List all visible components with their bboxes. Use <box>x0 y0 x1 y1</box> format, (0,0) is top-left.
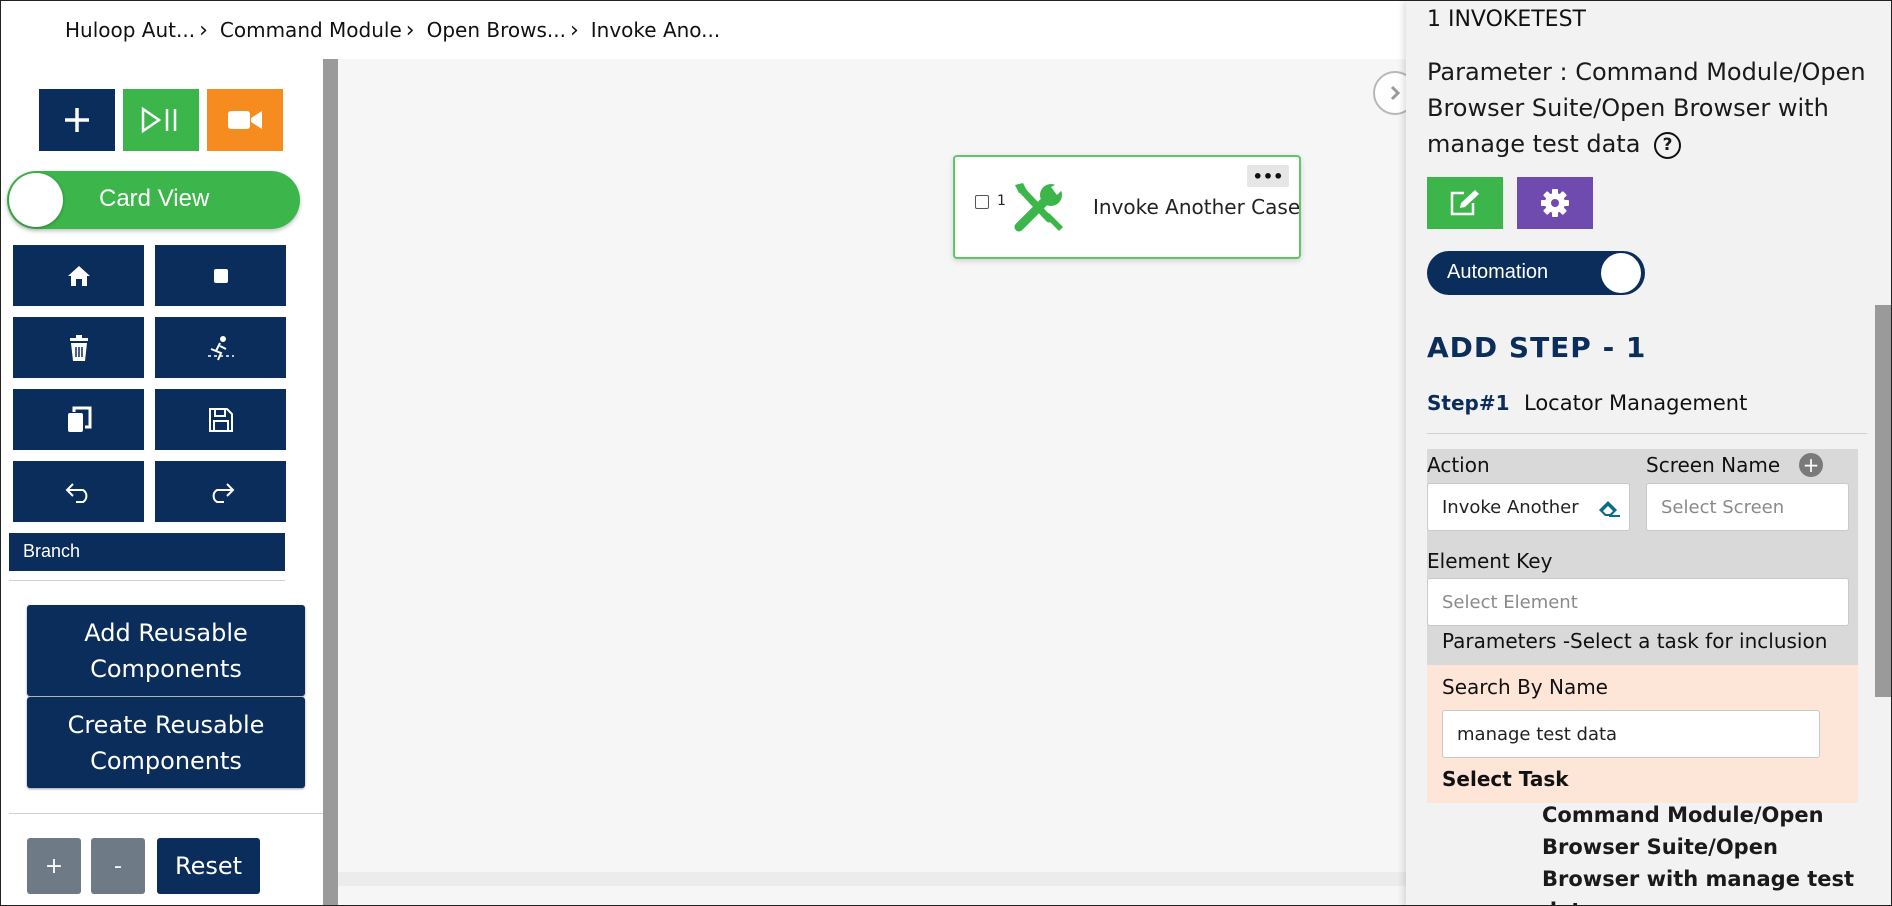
select-task-label: Select Task <box>1442 767 1569 791</box>
automation-label: Automation <box>1447 261 1549 283</box>
chevron-right-icon <box>1390 85 1401 101</box>
add-step-title: ADD STEP - 1 <box>1427 331 1647 364</box>
step-number: Step#1 <box>1427 391 1510 415</box>
panel-scrollbar[interactable] <box>1875 305 1891 697</box>
action-label: Action <box>1427 453 1490 477</box>
parameters-label: Parameters -Select a task for inclusion <box>1442 629 1828 653</box>
search-by-name-input[interactable]: manage test data <box>1442 710 1820 758</box>
undo-button[interactable] <box>13 461 144 522</box>
task-option-line[interactable]: Command Module/Open <box>1542 803 1824 827</box>
trash-icon <box>69 334 88 361</box>
video-camera-icon <box>228 111 262 129</box>
screen-name-label: Screen Name <box>1646 453 1781 477</box>
home-button[interactable] <box>13 245 144 306</box>
skip-step-icon <box>207 335 234 360</box>
element-key-select[interactable]: Select Element <box>1427 578 1849 626</box>
settings-button[interactable] <box>1517 177 1593 229</box>
floppy-disk-icon <box>208 407 233 432</box>
step-title: Locator Management <box>1524 391 1748 415</box>
play-pause-icon <box>141 106 177 134</box>
automation-toggle[interactable]: Automation <box>1427 251 1645 295</box>
chevron-right-icon: › <box>405 17 415 43</box>
plus-icon <box>65 108 89 132</box>
task-option-line[interactable]: Browser Suite/Open <box>1542 835 1778 859</box>
node-menu-button[interactable]: ••• <box>1247 165 1289 187</box>
breadcrumb-item-case[interactable]: Invoke Ano... <box>591 18 721 42</box>
breadcrumb-item-suite[interactable]: Open Brows... <box>427 18 566 42</box>
action-value: Invoke Another <box>1442 496 1579 518</box>
tools-icon <box>1014 183 1063 232</box>
element-key-label: Element Key <box>1427 549 1553 573</box>
copy-button[interactable] <box>13 389 144 450</box>
save-button[interactable] <box>155 389 286 450</box>
card-view-label: Card View <box>99 185 210 212</box>
canvas-horizontal-scrollbar[interactable] <box>338 872 1406 886</box>
eraser-icon[interactable] <box>1597 497 1621 517</box>
delete-button[interactable] <box>13 317 144 378</box>
edit-button[interactable] <box>1427 177 1503 229</box>
sidebar-scrollbar[interactable] <box>323 59 338 905</box>
screen-name-select[interactable]: Select Screen <box>1646 483 1849 531</box>
step-divider <box>1427 433 1867 434</box>
properties-panel: 1 INVOKETEST Parameter : Command Module/… <box>1406 1 1891 905</box>
skip-button[interactable] <box>155 317 286 378</box>
gear-icon <box>1541 189 1569 217</box>
stop-button[interactable] <box>155 245 286 306</box>
task-option-line[interactable]: Browser with manage test <box>1542 867 1854 891</box>
chevron-right-icon: › <box>199 17 208 43</box>
add-button[interactable] <box>39 89 115 151</box>
edit-icon <box>1450 190 1479 216</box>
record-button[interactable] <box>207 89 283 151</box>
breadcrumb-item-module[interactable]: Command Module <box>220 18 402 42</box>
card-view-toggle[interactable]: Card View <box>7 171 300 229</box>
toggle-knob <box>9 173 63 227</box>
branch-button[interactable]: Branch <box>9 533 285 571</box>
redo-icon <box>212 482 234 503</box>
chevron-right-icon: › <box>569 17 579 43</box>
zoom-in-button[interactable]: + <box>27 838 81 894</box>
redo-button[interactable] <box>155 461 286 522</box>
parameter-label: Parameter : Command Module/Open Browser … <box>1427 58 1866 158</box>
task-option-line[interactable]: data <box>1542 899 1595 905</box>
app-window: Huloop Aut... › Command Module › Open Br… <box>0 0 1892 906</box>
panel-title: 1 INVOKETEST <box>1427 7 1586 32</box>
create-reusable-components-button[interactable]: Create Reusable Components <box>27 697 305 788</box>
node-label: Invoke Another Case <box>1093 195 1301 219</box>
search-by-name-label: Search By Name <box>1442 675 1608 699</box>
node-number: 1 <box>997 193 1006 209</box>
home-icon <box>67 265 90 286</box>
add-screen-icon[interactable]: + <box>1799 453 1823 477</box>
sidebar-divider <box>9 580 285 581</box>
undo-icon <box>65 482 87 503</box>
zoom-out-button[interactable]: - <box>91 838 145 894</box>
sidebar-divider <box>9 813 323 814</box>
action-field[interactable]: Invoke Another <box>1427 483 1630 531</box>
square-icon <box>213 268 228 283</box>
help-icon[interactable]: ? <box>1654 131 1682 159</box>
reset-button[interactable]: Reset <box>157 838 260 894</box>
play-pause-button[interactable] <box>123 89 199 151</box>
node-checkbox[interactable] <box>975 195 989 209</box>
add-reusable-components-button[interactable]: Add Reusable Components <box>27 605 305 696</box>
copy-icon <box>67 406 91 432</box>
breadcrumb-item-project[interactable]: Huloop Aut... <box>65 18 195 42</box>
toggle-knob <box>1601 253 1641 293</box>
breadcrumb: Huloop Aut... › Command Module › Open Br… <box>1 1 1406 59</box>
parameter-text: Parameter : Command Module/Open Browser … <box>1427 54 1887 162</box>
workflow-node[interactable]: 1 Invoke Another Case ••• <box>953 155 1301 259</box>
